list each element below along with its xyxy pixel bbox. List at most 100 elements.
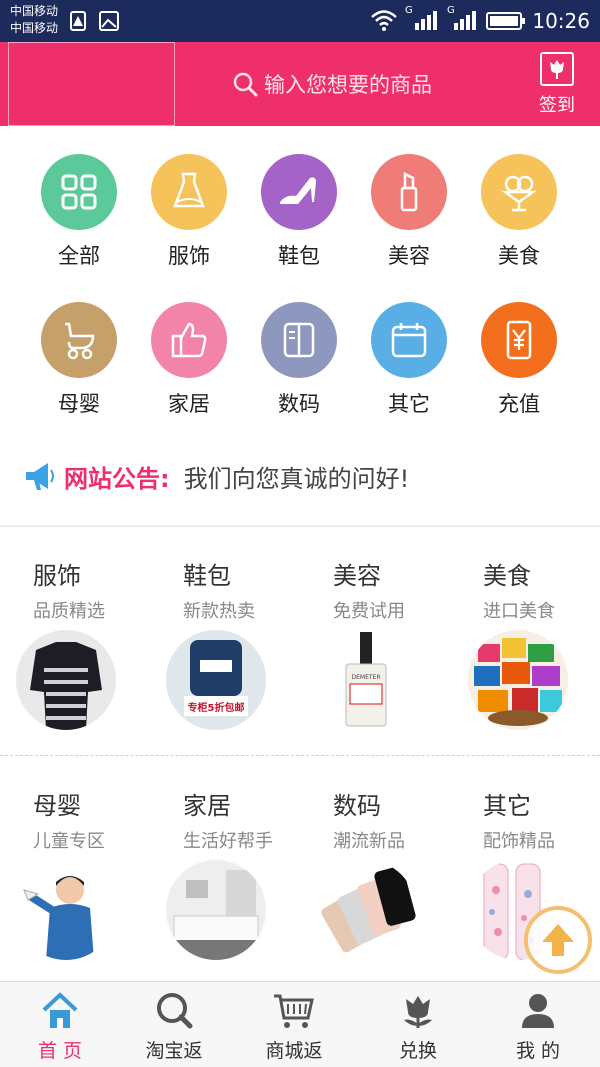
tab-label: 商城返 <box>265 1040 323 1062</box>
featured-title: 美食 <box>483 562 531 590</box>
cart-icon <box>274 994 314 1028</box>
grid-icon <box>41 154 117 230</box>
arrow-up-icon <box>542 924 574 956</box>
image-icon <box>99 11 119 31</box>
featured-home[interactable]: 家居 生活好帮手 <box>183 786 333 853</box>
signal-1-icon <box>415 11 437 30</box>
food-product-image[interactable] <box>468 630 568 730</box>
featured-shoes-bags[interactable]: 鞋包 新款热卖 <box>183 556 333 623</box>
featured-baby[interactable]: 母婴 儿童专区 <box>33 786 183 853</box>
battery-icon <box>486 12 525 30</box>
featured-subtitle: 品质精选 <box>33 601 105 622</box>
featured-title: 家居 <box>183 792 231 820</box>
divider <box>0 755 600 756</box>
category-home[interactable]: 家居 <box>134 302 244 418</box>
category-label: 其它 <box>388 392 430 416</box>
bag-product-image[interactable]: 专柜5折包邮 <box>166 630 266 730</box>
featured-subtitle: 免费试用 <box>333 601 405 622</box>
carrier-2: 中国移动 <box>10 21 59 35</box>
featured-subtitle: 进口美食 <box>483 601 555 622</box>
featured-digital[interactable]: 数码 潮流新品 <box>333 786 483 853</box>
back-to-top-button[interactable] <box>524 906 592 974</box>
taobao-search-icon <box>157 993 193 1029</box>
featured-beauty[interactable]: 美容 免费试用 <box>333 556 483 623</box>
tab-label: 兑换 <box>398 1040 437 1062</box>
tab-mall-rebate[interactable]: 商城返 <box>234 982 354 1067</box>
category-label: 美容 <box>388 244 430 268</box>
yen-phone-icon <box>481 302 557 378</box>
featured-subtitle: 配饰精品 <box>483 831 555 852</box>
category-clothing[interactable]: 服饰 <box>134 154 244 270</box>
header-bar: 输入您想要的商品 签到 <box>0 42 600 126</box>
featured-title: 美容 <box>333 562 381 590</box>
stroller-icon <box>41 302 117 378</box>
tab-label: 首 页 <box>37 1040 83 1062</box>
site-notice[interactable]: 网站公告: 我们向您真诚的问好! <box>22 456 409 496</box>
tab-exchange[interactable]: 兑换 <box>358 982 478 1067</box>
featured-title: 数码 <box>333 792 381 820</box>
featured-other[interactable]: 其它 配饰精品 <box>483 786 600 853</box>
dress-icon <box>151 154 227 230</box>
search-input[interactable]: 输入您想要的商品 <box>232 69 432 99</box>
tab-label: 我 的 <box>515 1040 561 1062</box>
baby-product-image[interactable] <box>16 860 116 960</box>
tulip-icon <box>404 996 432 1028</box>
featured-title: 鞋包 <box>183 562 231 590</box>
featured-subtitle: 新款热卖 <box>183 601 255 622</box>
category-shoes-bags[interactable]: 鞋包 <box>244 154 354 270</box>
tab-home[interactable]: 首 页 <box>0 982 120 1067</box>
featured-clothing[interactable]: 服饰 品质精选 <box>33 556 183 623</box>
category-label: 全部 <box>58 244 100 268</box>
search-icon <box>233 72 258 97</box>
search-placeholder: 输入您想要的商品 <box>264 73 432 97</box>
storage-warning-icon <box>70 11 86 31</box>
calendar-icon <box>371 302 447 378</box>
tab-taobao-rebate[interactable]: 淘宝返 <box>114 982 234 1067</box>
category-digital[interactable]: 数码 <box>244 302 354 418</box>
tulip-icon <box>540 52 574 86</box>
bag-tag-text: 专柜5折包邮 <box>187 703 245 714</box>
category-label: 充值 <box>498 392 540 416</box>
featured-title: 服饰 <box>33 562 81 590</box>
signal-2-icon <box>454 11 476 30</box>
category-other[interactable]: 其它 <box>354 302 464 418</box>
high-heel-icon <box>261 154 337 230</box>
clothing-product-image[interactable] <box>16 630 116 730</box>
tab-label: 淘宝返 <box>145 1040 203 1062</box>
device-icon <box>261 302 337 378</box>
signin-label: 签到 <box>539 95 575 116</box>
status-time: 10:26 <box>532 9 590 33</box>
user-icon <box>522 994 554 1028</box>
status-bar: 中国移动 中国移动 G G 10:26 <box>0 0 600 42</box>
featured-subtitle: 生活好帮手 <box>183 831 273 852</box>
category-food[interactable]: 美食 <box>464 154 574 270</box>
featured-food[interactable]: 美食 进口美食 <box>483 556 600 623</box>
home-product-image[interactable] <box>166 860 266 960</box>
thumbs-up-icon <box>151 302 227 378</box>
notice-title: 网站公告: <box>64 464 170 493</box>
category-label: 家居 <box>168 392 210 416</box>
category-baby[interactable]: 母婴 <box>24 302 134 418</box>
featured-title: 其它 <box>483 792 531 820</box>
divider <box>0 525 600 527</box>
category-label: 母婴 <box>58 392 100 416</box>
bottom-nav: 首 页 淘宝返 商城返 兑换 我 的 <box>0 981 600 1067</box>
category-label: 服饰 <box>168 244 210 268</box>
category-recharge[interactable]: 充值 <box>464 302 574 418</box>
category-beauty[interactable]: 美容 <box>354 154 464 270</box>
category-all[interactable]: 全部 <box>24 154 134 270</box>
featured-title: 母婴 <box>33 792 81 820</box>
phone-product-image[interactable] <box>316 860 416 960</box>
notice-message: 我们向您真诚的问好! <box>183 464 410 493</box>
category-label: 美食 <box>498 244 540 268</box>
megaphone-icon <box>26 463 54 490</box>
category-label: 数码 <box>278 392 320 416</box>
logo-placeholder[interactable] <box>8 42 175 126</box>
category-label: 鞋包 <box>278 244 320 268</box>
tab-mine[interactable]: 我 的 <box>478 982 598 1067</box>
featured-subtitle: 儿童专区 <box>33 831 105 852</box>
perfume-product-image[interactable]: DEMETER <box>316 630 416 730</box>
lipstick-icon <box>371 154 447 230</box>
home-icon <box>42 992 78 1028</box>
signin-button[interactable]: 签到 <box>530 52 584 122</box>
